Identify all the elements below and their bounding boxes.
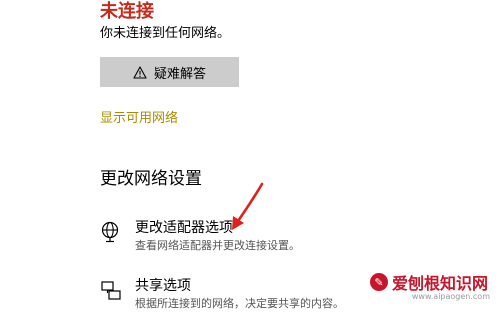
sharing-options-description: 根据所连接到的网络，决定要共享的内容。 — [135, 297, 344, 310]
sharing-options-title: 共享选项 — [135, 278, 191, 294]
change-adapter-options-description: 查看网络适配器并更改连接设置。 — [135, 239, 300, 252]
change-adapter-options-title: 更改适配器选项 — [135, 220, 233, 236]
sharing-icon — [100, 279, 122, 301]
watermark-url: www.aipaogen.com — [411, 292, 490, 301]
connection-status-description: 你未连接到任何网络。 — [100, 26, 231, 41]
connection-status-title: 未连接 — [100, 1, 154, 22]
change-adapter-options-item[interactable]: 更改适配器选项 查看网络适配器并更改连接设置。 — [100, 219, 430, 257]
warning-triangle-icon — [133, 65, 147, 79]
watermark-text: 爱刨根知识网 — [391, 274, 488, 293]
show-available-networks-link[interactable]: 显示可用网络 — [100, 110, 178, 128]
change-network-settings-heading: 更改网络设置 — [100, 169, 202, 189]
troubleshoot-button[interactable]: 疑难解答 — [100, 57, 239, 87]
troubleshoot-button-label: 疑难解答 — [153, 65, 206, 81]
adapter-globe-icon — [100, 221, 122, 243]
watermark-logo-icon: ✎ — [369, 273, 388, 291]
